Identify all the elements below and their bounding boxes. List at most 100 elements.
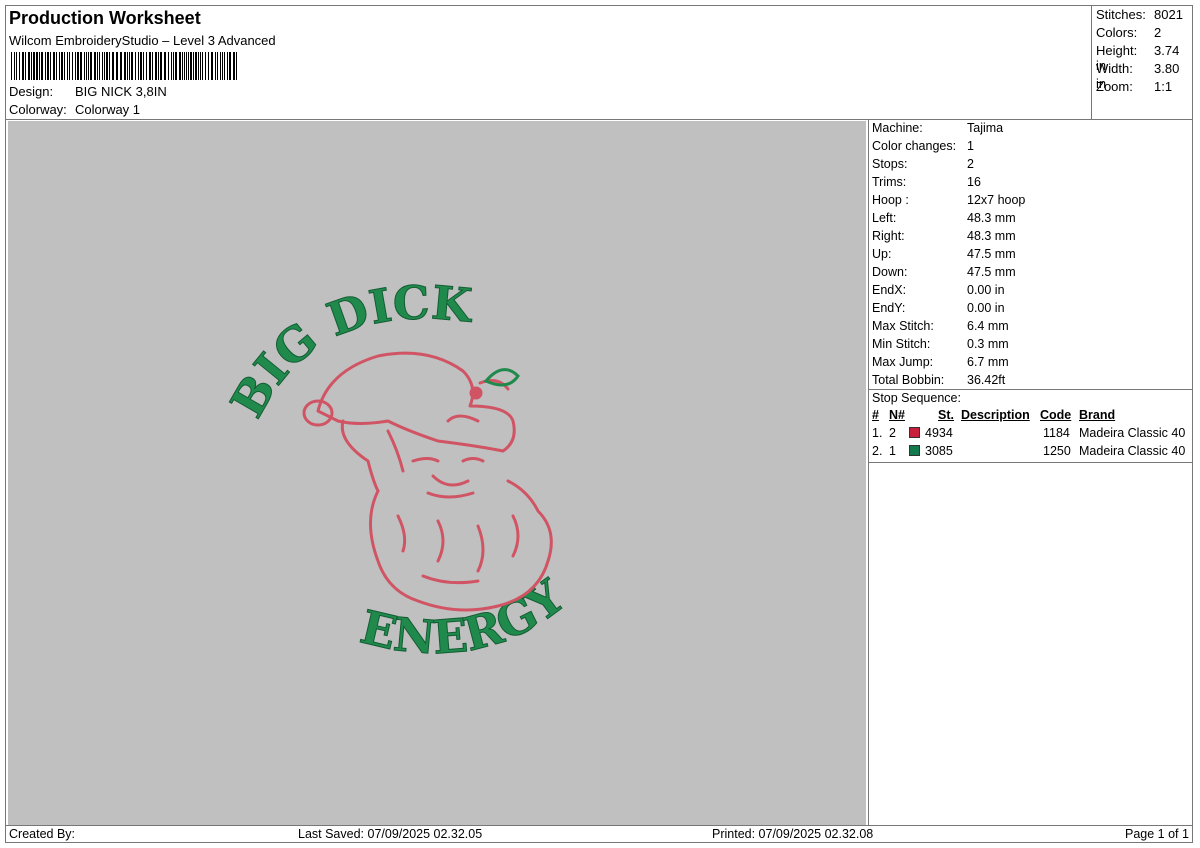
colors-row: Colors: 2 <box>1096 25 1161 40</box>
barcode-bar <box>184 52 185 80</box>
barcode-bar <box>53 52 55 80</box>
info-value: 36.42ft <box>967 373 1006 387</box>
info-label: Up: <box>872 247 892 261</box>
info-row-down: Down: 47.5 mm <box>872 265 1016 279</box>
barcode-bar <box>25 52 26 80</box>
barcode-bar <box>175 52 177 80</box>
barcode-bar <box>106 52 108 80</box>
barcode-bar <box>56 52 57 80</box>
barcode-bar <box>200 52 201 80</box>
info-row-up: Up: 47.5 mm <box>872 247 1016 261</box>
info-row-total-bobbin: Total Bobbin: 36.42ft <box>872 373 1005 387</box>
barcode-bar <box>146 52 147 80</box>
barcode-bar <box>11 52 12 80</box>
design-label: Design: <box>9 84 54 99</box>
design-summary: Stitches: 8021 Colors: 2 Height: 3.74 in Wi… <box>1091 6 1193 119</box>
colors-label: Colors: <box>1096 25 1138 40</box>
barcode-bar <box>69 52 70 80</box>
col-header-description: Description <box>961 408 1030 422</box>
barcode-bar <box>19 52 20 80</box>
barcode-bar <box>188 52 189 80</box>
barcode-bar <box>59 52 60 80</box>
barcode-bar <box>75 52 76 80</box>
info-value: 2 <box>967 157 974 171</box>
footer-divider <box>6 825 1192 826</box>
design-preview: BIG DICK ENERGY <box>8 121 866 825</box>
info-row-trims: Trims: 16 <box>872 175 981 189</box>
row-stitches: 3085 <box>925 444 953 458</box>
barcode-image <box>11 52 237 80</box>
info-label: Max Jump: <box>872 355 934 369</box>
last-saved: Last Saved: 07/09/2025 02.32.05 <box>298 827 483 841</box>
info-label: Total Bobbin: <box>872 373 945 387</box>
row-brand: Madeira Classic 40 <box>1079 426 1186 440</box>
info-row-right: Right: 48.3 mm <box>872 229 1016 243</box>
barcode-bar <box>215 52 216 80</box>
barcode-bar <box>104 52 105 80</box>
thread-color-swatch <box>909 427 920 438</box>
colorway-label: Colorway: <box>9 102 67 117</box>
info-row-endy: EndY: 0.00 in <box>872 301 1005 315</box>
barcode-bar <box>28 52 30 80</box>
barcode-bar <box>217 52 218 80</box>
barcode-bar <box>16 52 17 80</box>
barcode-bar <box>182 52 183 80</box>
barcode-bar <box>135 52 136 80</box>
barcode-bar <box>80 52 82 80</box>
barcode-bar <box>220 52 221 80</box>
barcode-bar <box>149 52 151 80</box>
barcode-bar <box>72 52 73 80</box>
barcode-bar <box>236 52 237 80</box>
barcode-bar <box>109 52 110 80</box>
barcode-bar <box>211 52 213 80</box>
worksheet-header: Production Worksheet Wilcom EmbroiderySt… <box>6 6 1091 119</box>
barcode-bar <box>99 52 100 80</box>
info-row-max-stitch: Max Stitch: 6.4 mm <box>872 319 1009 333</box>
row-n: 1 <box>889 444 896 458</box>
design-row: Design: BIG NICK 3,8IN <box>9 84 167 99</box>
barcode-bar <box>64 52 65 80</box>
info-label: EndY: <box>872 301 906 315</box>
barcode-bar <box>202 52 203 80</box>
info-value: 47.5 mm <box>967 265 1016 279</box>
barcode-bar <box>47 52 49 80</box>
info-value: 47.5 mm <box>967 247 1016 261</box>
barcode-bar <box>205 52 206 80</box>
zoom-row: Zoom: 1:1 <box>1096 79 1172 94</box>
software-name: Wilcom EmbroideryStudio – Level 3 Advanc… <box>9 33 276 48</box>
info-value: 48.3 mm <box>967 211 1016 225</box>
info-label: Min Stitch: <box>872 337 931 351</box>
info-value: 0.00 in <box>967 283 1005 297</box>
barcode-bar <box>61 52 63 80</box>
barcode-bar <box>155 52 157 80</box>
barcode-bar <box>90 52 92 80</box>
zoom-value: 1:1 <box>1154 79 1173 94</box>
barcode-bar <box>31 52 32 80</box>
barcode-bar <box>50 52 51 80</box>
barcode-bar <box>198 52 199 80</box>
info-divider <box>869 389 1192 390</box>
barcode-bar <box>36 52 38 80</box>
info-row-stops: Stops: 2 <box>872 157 974 171</box>
row-num: 2. <box>872 444 883 458</box>
zoom-label: Zoom: <box>1096 79 1133 94</box>
barcode-bar <box>86 52 87 80</box>
colorway-row: Colorway: Colorway 1 <box>9 102 140 117</box>
info-row-hoop: Hoop : 12x7 hoop <box>872 193 1025 207</box>
info-row-left: Left: 48.3 mm <box>872 211 1016 225</box>
barcode-bar <box>84 52 85 80</box>
info-label: Left: <box>872 211 897 225</box>
stop-sequence-title: Stop Sequence: <box>872 391 961 405</box>
stitches-value: 8021 <box>1154 7 1183 22</box>
info-row-color-changes: Color changes: 1 <box>872 139 974 153</box>
barcode-bar <box>186 52 187 80</box>
col-header-n: N# <box>889 408 905 422</box>
colorway-value: Colorway 1 <box>75 102 141 117</box>
barcode-bar <box>138 52 139 80</box>
info-value: 16 <box>967 175 981 189</box>
height-label: Height: <box>1096 43 1138 58</box>
barcode-bar <box>140 52 142 80</box>
info-label: Trims: <box>872 175 907 189</box>
col-header-brand: Brand <box>1079 408 1116 422</box>
col-header-st: St. <box>938 408 954 422</box>
